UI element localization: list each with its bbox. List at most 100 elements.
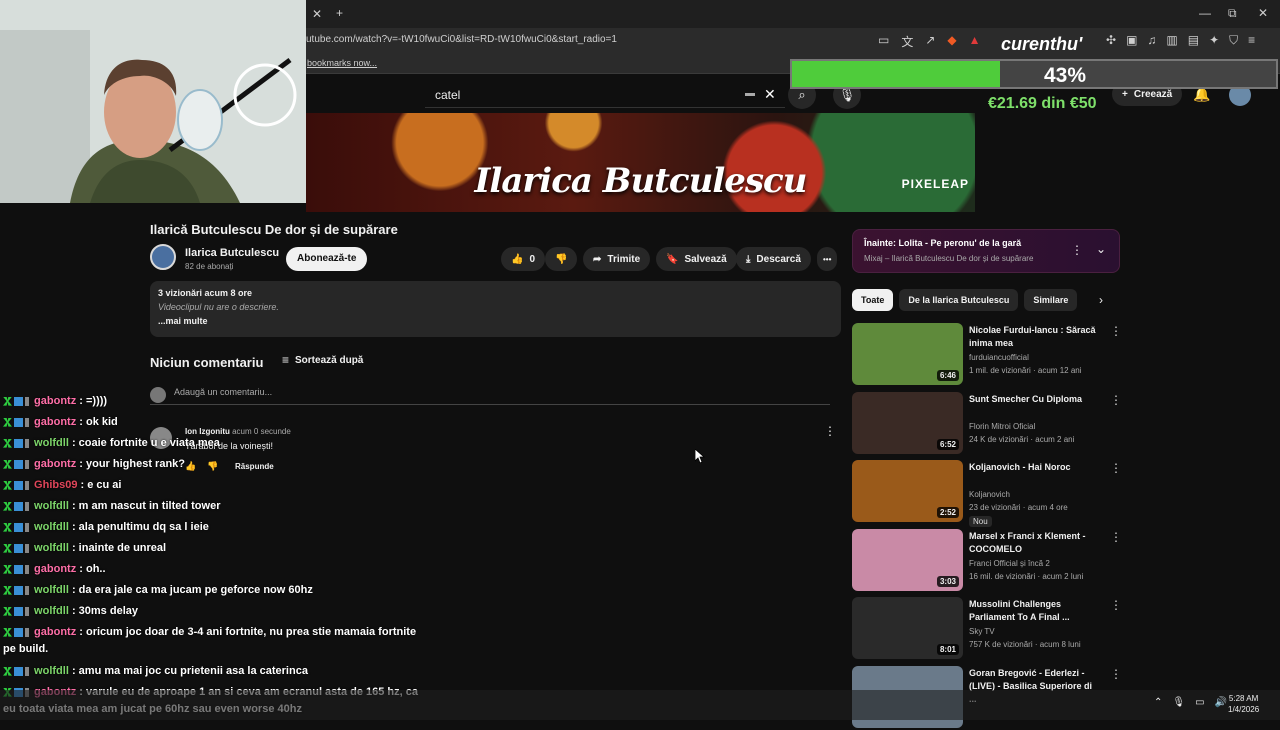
video-title-link[interactable]: Marsel x Franci x Klement - COCOMELO: [969, 530, 1099, 556]
video-thumbnail[interactable]: 8:01: [852, 597, 963, 659]
music-icon[interactable]: ♫: [1147, 33, 1156, 48]
chat-text: : ok kid: [76, 416, 118, 428]
recommended-video[interactable]: 6:52 Sunt Smecher Cu Diploma Florin Mitroi…: [852, 392, 1132, 456]
video-menu-icon[interactable]: ⋮: [1110, 530, 1122, 544]
wallet-icon[interactable]: ▤: [1188, 33, 1199, 48]
window-minimize-icon[interactable]: —: [1199, 6, 1211, 20]
system-clock[interactable]: 5:28 AM 1/4/2026: [1228, 693, 1259, 715]
like-button[interactable]: 👍 0: [501, 247, 546, 271]
chat-message: Ghibs09 : e cu ai: [3, 479, 122, 491]
translate-icon[interactable]: 文: [901, 33, 913, 50]
chat-text: : e cu ai: [77, 479, 122, 491]
channel-avatar[interactable]: [150, 244, 176, 270]
download-button[interactable]: ⤓ Descarcă: [736, 247, 811, 271]
chat-message: gabontz : ok kid: [3, 416, 118, 428]
dislike-button[interactable]: 👎: [545, 247, 578, 271]
url-field[interactable]: utube.com/watch?v=-tW10fwuCi0&list=RD-tW…: [306, 34, 617, 45]
comment-menu-icon[interactable]: ⋮: [824, 424, 836, 438]
comment-like-icon[interactable]: 👍: [185, 461, 196, 472]
extensions-icon[interactable]: ✣: [1106, 33, 1116, 48]
video-thumbnail[interactable]: 3:03: [852, 529, 963, 591]
screenshot-icon[interactable]: ▣: [1126, 33, 1137, 48]
more-actions-button[interactable]: •••: [817, 247, 838, 271]
recommended-video[interactable]: 8:01 Mussolini Challenges Parliament To A…: [852, 597, 1132, 661]
channel-banner: Ilarica Butculescu PIXELEAP: [306, 113, 975, 212]
ai-icon[interactable]: ✦: [1209, 33, 1219, 48]
video-meta: 757 K de vizionări · acum 8 luni: [969, 640, 1081, 649]
info-badge-icon: [25, 564, 29, 574]
window-restore-icon[interactable]: ⧉: [1228, 6, 1237, 21]
filter-chips: Toate De la Ilarica Butculescu Similare: [852, 289, 1078, 311]
chat-message: wolfdll : da era jale ca ma jucam pe gef…: [3, 584, 313, 596]
network-icon[interactable]: ▭: [1195, 697, 1204, 708]
window-close-icon[interactable]: ✕: [1258, 6, 1268, 20]
video-channel[interactable]: Franci Official și încă 2: [969, 559, 1050, 568]
description-box[interactable]: 3 vizionări acum 8 ore Videoclipul nu ar…: [150, 281, 841, 337]
view-count-date: 3 vizionări acum 8 ore: [158, 288, 253, 298]
share-icon[interactable]: ↗: [925, 33, 935, 50]
search-input[interactable]: catel: [425, 82, 785, 108]
chat-username: gabontz: [31, 626, 77, 638]
bookmarks-hint-link[interactable]: bookmarks now...: [307, 58, 377, 68]
sort-icon: ≡: [282, 353, 290, 367]
add-comment-field[interactable]: Adaugă un comentariu...: [150, 387, 830, 405]
tab-close-icon[interactable]: ✕: [312, 7, 322, 21]
channel-name-link[interactable]: Ilarica Butculescu: [185, 247, 279, 259]
sidebar-icon[interactable]: ▥: [1166, 33, 1177, 48]
new-tab-icon[interactable]: +: [336, 6, 343, 20]
video-channel[interactable]: Koljanovich: [969, 490, 1010, 499]
chat-text: : amu ma mai joc cu prietenii asa la cat…: [68, 665, 308, 677]
save-button[interactable]: 🔖 Salvează: [656, 247, 737, 271]
video-title-link[interactable]: Koljanovich - Hai Noroc: [969, 461, 1099, 474]
show-more-link[interactable]: ...mai multe: [158, 316, 833, 326]
collapse-chevron-icon[interactable]: ⌄: [1096, 242, 1106, 256]
reply-button[interactable]: Răspunde: [235, 462, 274, 471]
chat-message: wolfdll : m am nascut in tilted tower: [3, 500, 220, 512]
up-next-menu-icon[interactable]: ⋮: [1071, 243, 1083, 257]
chat-username: wolfdll: [31, 605, 69, 617]
video-menu-icon[interactable]: ⋮: [1110, 324, 1122, 338]
comment-author-name[interactable]: Ion Izgonitu: [185, 427, 230, 436]
video-title-link[interactable]: Sunt Smecher Cu Diploma: [969, 393, 1099, 406]
video-title-link[interactable]: Nicolae Furdui-Iancu : Săracă inima mea: [969, 324, 1099, 350]
video-menu-icon[interactable]: ⋮: [1110, 598, 1122, 612]
video-title-link[interactable]: Mussolini Challenges Parliament To A Fin…: [969, 598, 1099, 624]
chip-similar[interactable]: Similare: [1024, 289, 1078, 311]
chip-from-channel[interactable]: De la Ilarica Butculescu: [899, 289, 1019, 311]
cast-icon[interactable]: ▭: [878, 33, 889, 50]
recommended-video[interactable]: 3:03 Marsel x Franci x Klement - COCOMELO…: [852, 529, 1132, 593]
chip-all[interactable]: Toate: [852, 289, 894, 311]
video-menu-icon[interactable]: ⋮: [1110, 667, 1122, 681]
video-thumbnail[interactable]: 6:46: [852, 323, 963, 385]
video-channel[interactable]: Sky TV: [969, 627, 995, 636]
sort-comments-button[interactable]: ≡ Sortează după: [282, 353, 363, 367]
recommended-video[interactable]: 2:52 Koljanovich - Hai Noroc Koljanovich 23…: [852, 460, 1132, 527]
tray-chevron-icon[interactable]: ⌃: [1154, 697, 1162, 708]
recommended-video[interactable]: 6:46 Nicolae Furdui-Iancu : Săracă inima …: [852, 323, 1132, 387]
volume-icon[interactable]: 🔊: [1215, 697, 1227, 708]
chat-badge-icon: [14, 438, 23, 448]
menu-icon[interactable]: ≡: [1248, 33, 1255, 48]
share-button[interactable]: ➦ Trimite: [583, 247, 651, 271]
rewards-icon[interactable]: ▲: [969, 33, 981, 50]
video-thumbnail[interactable]: 6:52: [852, 392, 963, 454]
extension-icons: ✣ ▣ ♫ ▥ ▤ ✦ ⛉ ≡: [1106, 33, 1255, 48]
comment-dislike-icon[interactable]: 👎: [207, 461, 218, 472]
subscribe-button[interactable]: Abonează-te: [286, 247, 368, 271]
clear-search-icon[interactable]: ✕: [764, 86, 776, 103]
video-channel[interactable]: Florin Mitroi Oficial: [969, 422, 1035, 431]
chat-text: : ala penultimu dq sa l ieie: [68, 521, 209, 533]
vpn-icon[interactable]: ⛉: [1229, 33, 1238, 48]
chevron-right-icon[interactable]: ›: [1099, 293, 1103, 307]
chat-username: wolfdll: [31, 584, 69, 596]
video-menu-icon[interactable]: ⋮: [1110, 461, 1122, 475]
keyboard-icon[interactable]: ▬: [745, 88, 755, 99]
video-thumbnail[interactable]: 2:52: [852, 460, 963, 522]
video-menu-icon[interactable]: ⋮: [1110, 393, 1122, 407]
chat-text: : coaie fortnite u e viata mea: [68, 437, 220, 449]
comment-author[interactable]: Ion Izgonitu acum 0 secunde: [185, 427, 291, 436]
video-channel[interactable]: furduiancuofficial: [969, 353, 1029, 362]
microphone-tray-icon[interactable]: 🎙: [1172, 697, 1185, 708]
brave-shield-icon[interactable]: ◆: [947, 33, 956, 50]
clock-date: 1/4/2026: [1228, 705, 1260, 714]
